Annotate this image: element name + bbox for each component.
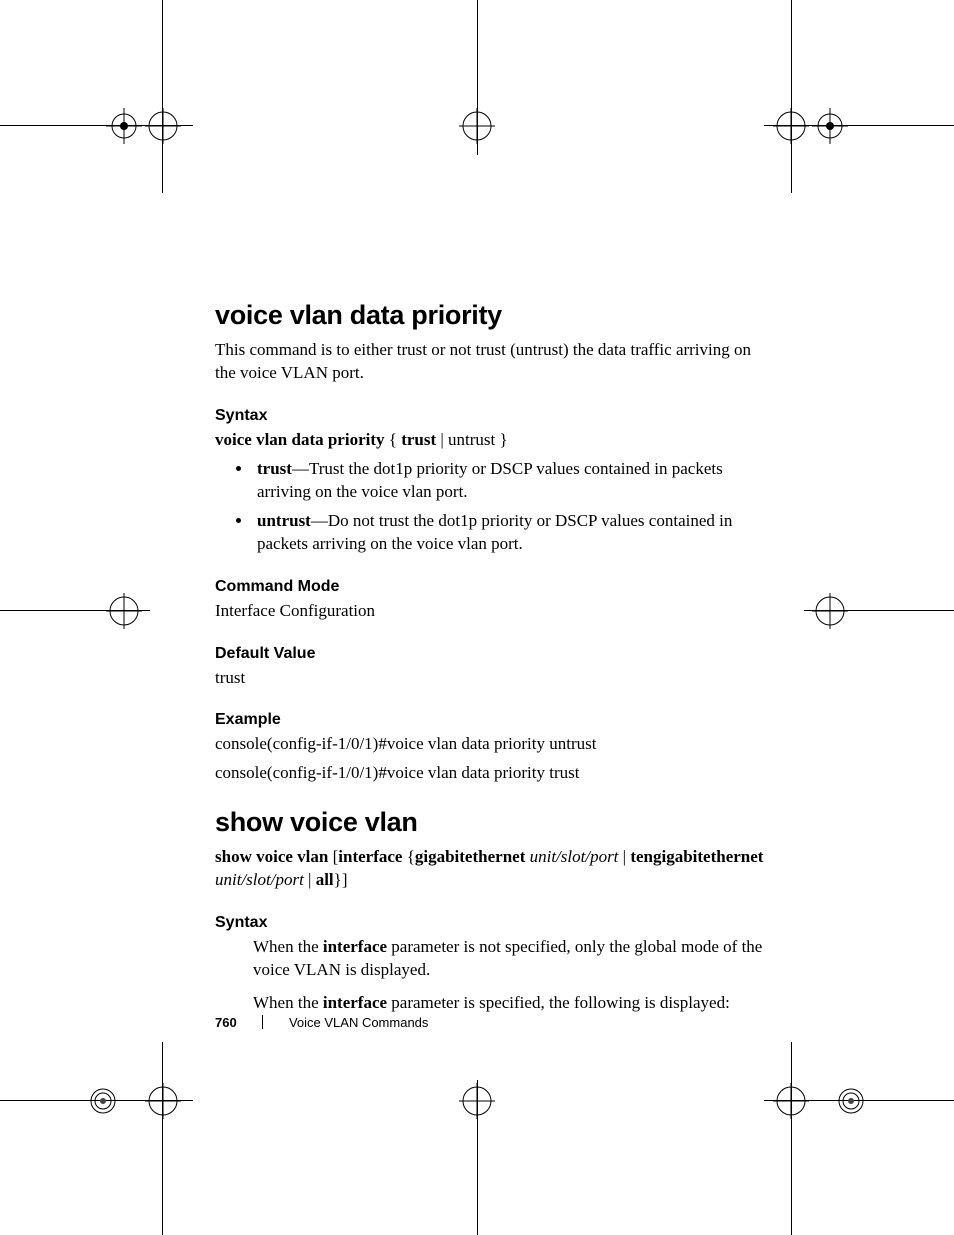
list-item: trust—Trust the dot1p priority or DSCP v…: [253, 458, 775, 504]
registration-mark-icon: [773, 108, 809, 144]
page-footer: 760 Voice VLAN Commands: [215, 1015, 428, 1030]
crop-line: [477, 1080, 478, 1235]
registration-mark-icon: [145, 1083, 181, 1119]
registration-mark-icon: [459, 1083, 495, 1119]
crop-line: [791, 0, 792, 193]
list-item: untrust—Do not trust the dot1p priority …: [253, 510, 775, 556]
example-line: console(config-if-1/0/1)#voice vlan data…: [215, 733, 775, 756]
crop-line: [477, 0, 478, 155]
command-mode-heading: Command Mode: [215, 578, 775, 596]
page-number: 760: [215, 1015, 237, 1030]
syntax-text: {: [402, 847, 414, 866]
option-desc: —Trust the dot1p priority or DSCP values…: [257, 459, 723, 501]
example-line: console(config-if-1/0/1)#voice vlan data…: [215, 762, 775, 785]
registration-mark-icon: [145, 108, 181, 144]
section-title: voice vlan data priority: [215, 300, 775, 331]
syntax-keyword: tengigabitethernet: [630, 847, 763, 866]
syntax-command: voice vlan data priority: [215, 430, 385, 449]
page-content: voice vlan data priority This command is…: [215, 300, 775, 1021]
option-name: untrust: [257, 511, 311, 530]
option-desc: —Do not trust the dot1p priority or DSCP…: [257, 511, 732, 553]
crop-line: [764, 125, 954, 126]
registration-mark-icon: [773, 1083, 809, 1119]
syntax-bullets: trust—Trust the dot1p priority or DSCP v…: [215, 458, 775, 556]
crop-line: [0, 610, 150, 611]
chapter-name: Voice VLAN Commands: [289, 1015, 428, 1030]
default-value-text: trust: [215, 667, 775, 690]
crop-line: [0, 1100, 193, 1101]
registration-mark-icon: [106, 593, 142, 629]
crop-line: [162, 0, 163, 193]
crop-line: [764, 1100, 954, 1101]
crop-line: [804, 610, 954, 611]
command-syntax: show voice vlan [interface {gigabitether…: [215, 846, 775, 892]
registration-mark-icon: [85, 1083, 121, 1119]
syntax-keyword: interface: [338, 847, 402, 866]
syntax-paragraph: When the interface parameter is not spec…: [253, 936, 775, 982]
command-mode-text: Interface Configuration: [215, 600, 775, 623]
option-name: trust: [257, 459, 292, 478]
registration-mark-icon: [812, 593, 848, 629]
example-heading: Example: [215, 711, 775, 729]
syntax-keyword: all: [316, 870, 334, 889]
footer-separator: [262, 1015, 263, 1029]
syntax-text: |: [436, 430, 448, 449]
syntax-keyword: trust: [401, 430, 436, 449]
syntax-text: [: [328, 847, 338, 866]
registration-mark-icon: [812, 108, 848, 144]
syntax-text: |: [308, 870, 316, 889]
default-value-heading: Default Value: [215, 645, 775, 663]
syntax-param: unit/slot/port: [525, 847, 618, 866]
syntax-text: {: [385, 430, 402, 449]
syntax-text: |: [618, 847, 630, 866]
crop-line: [162, 1042, 163, 1235]
syntax-heading: Syntax: [215, 914, 775, 932]
syntax-line: voice vlan data priority { trust | untru…: [215, 429, 775, 452]
syntax-text: }]: [334, 870, 348, 889]
registration-mark-icon: [459, 108, 495, 144]
section-title: show voice vlan: [215, 807, 775, 838]
syntax-command: show voice vlan: [215, 847, 328, 866]
keyword: interface: [323, 993, 387, 1012]
text: parameter is specified, the following is…: [387, 993, 730, 1012]
registration-mark-icon: [833, 1083, 869, 1119]
syntax-keyword: gigabitethernet: [415, 847, 525, 866]
syntax-text: untrust }: [448, 430, 508, 449]
text: When the: [253, 937, 323, 956]
keyword: interface: [323, 937, 387, 956]
syntax-paragraph: When the interface parameter is specifie…: [253, 992, 775, 1015]
syntax-param: unit/slot/port: [215, 870, 308, 889]
intro-paragraph: This command is to either trust or not t…: [215, 339, 775, 385]
crop-line: [791, 1042, 792, 1235]
crop-line: [0, 125, 193, 126]
text: When the: [253, 993, 323, 1012]
registration-mark-icon: [106, 108, 142, 144]
syntax-heading: Syntax: [215, 407, 775, 425]
